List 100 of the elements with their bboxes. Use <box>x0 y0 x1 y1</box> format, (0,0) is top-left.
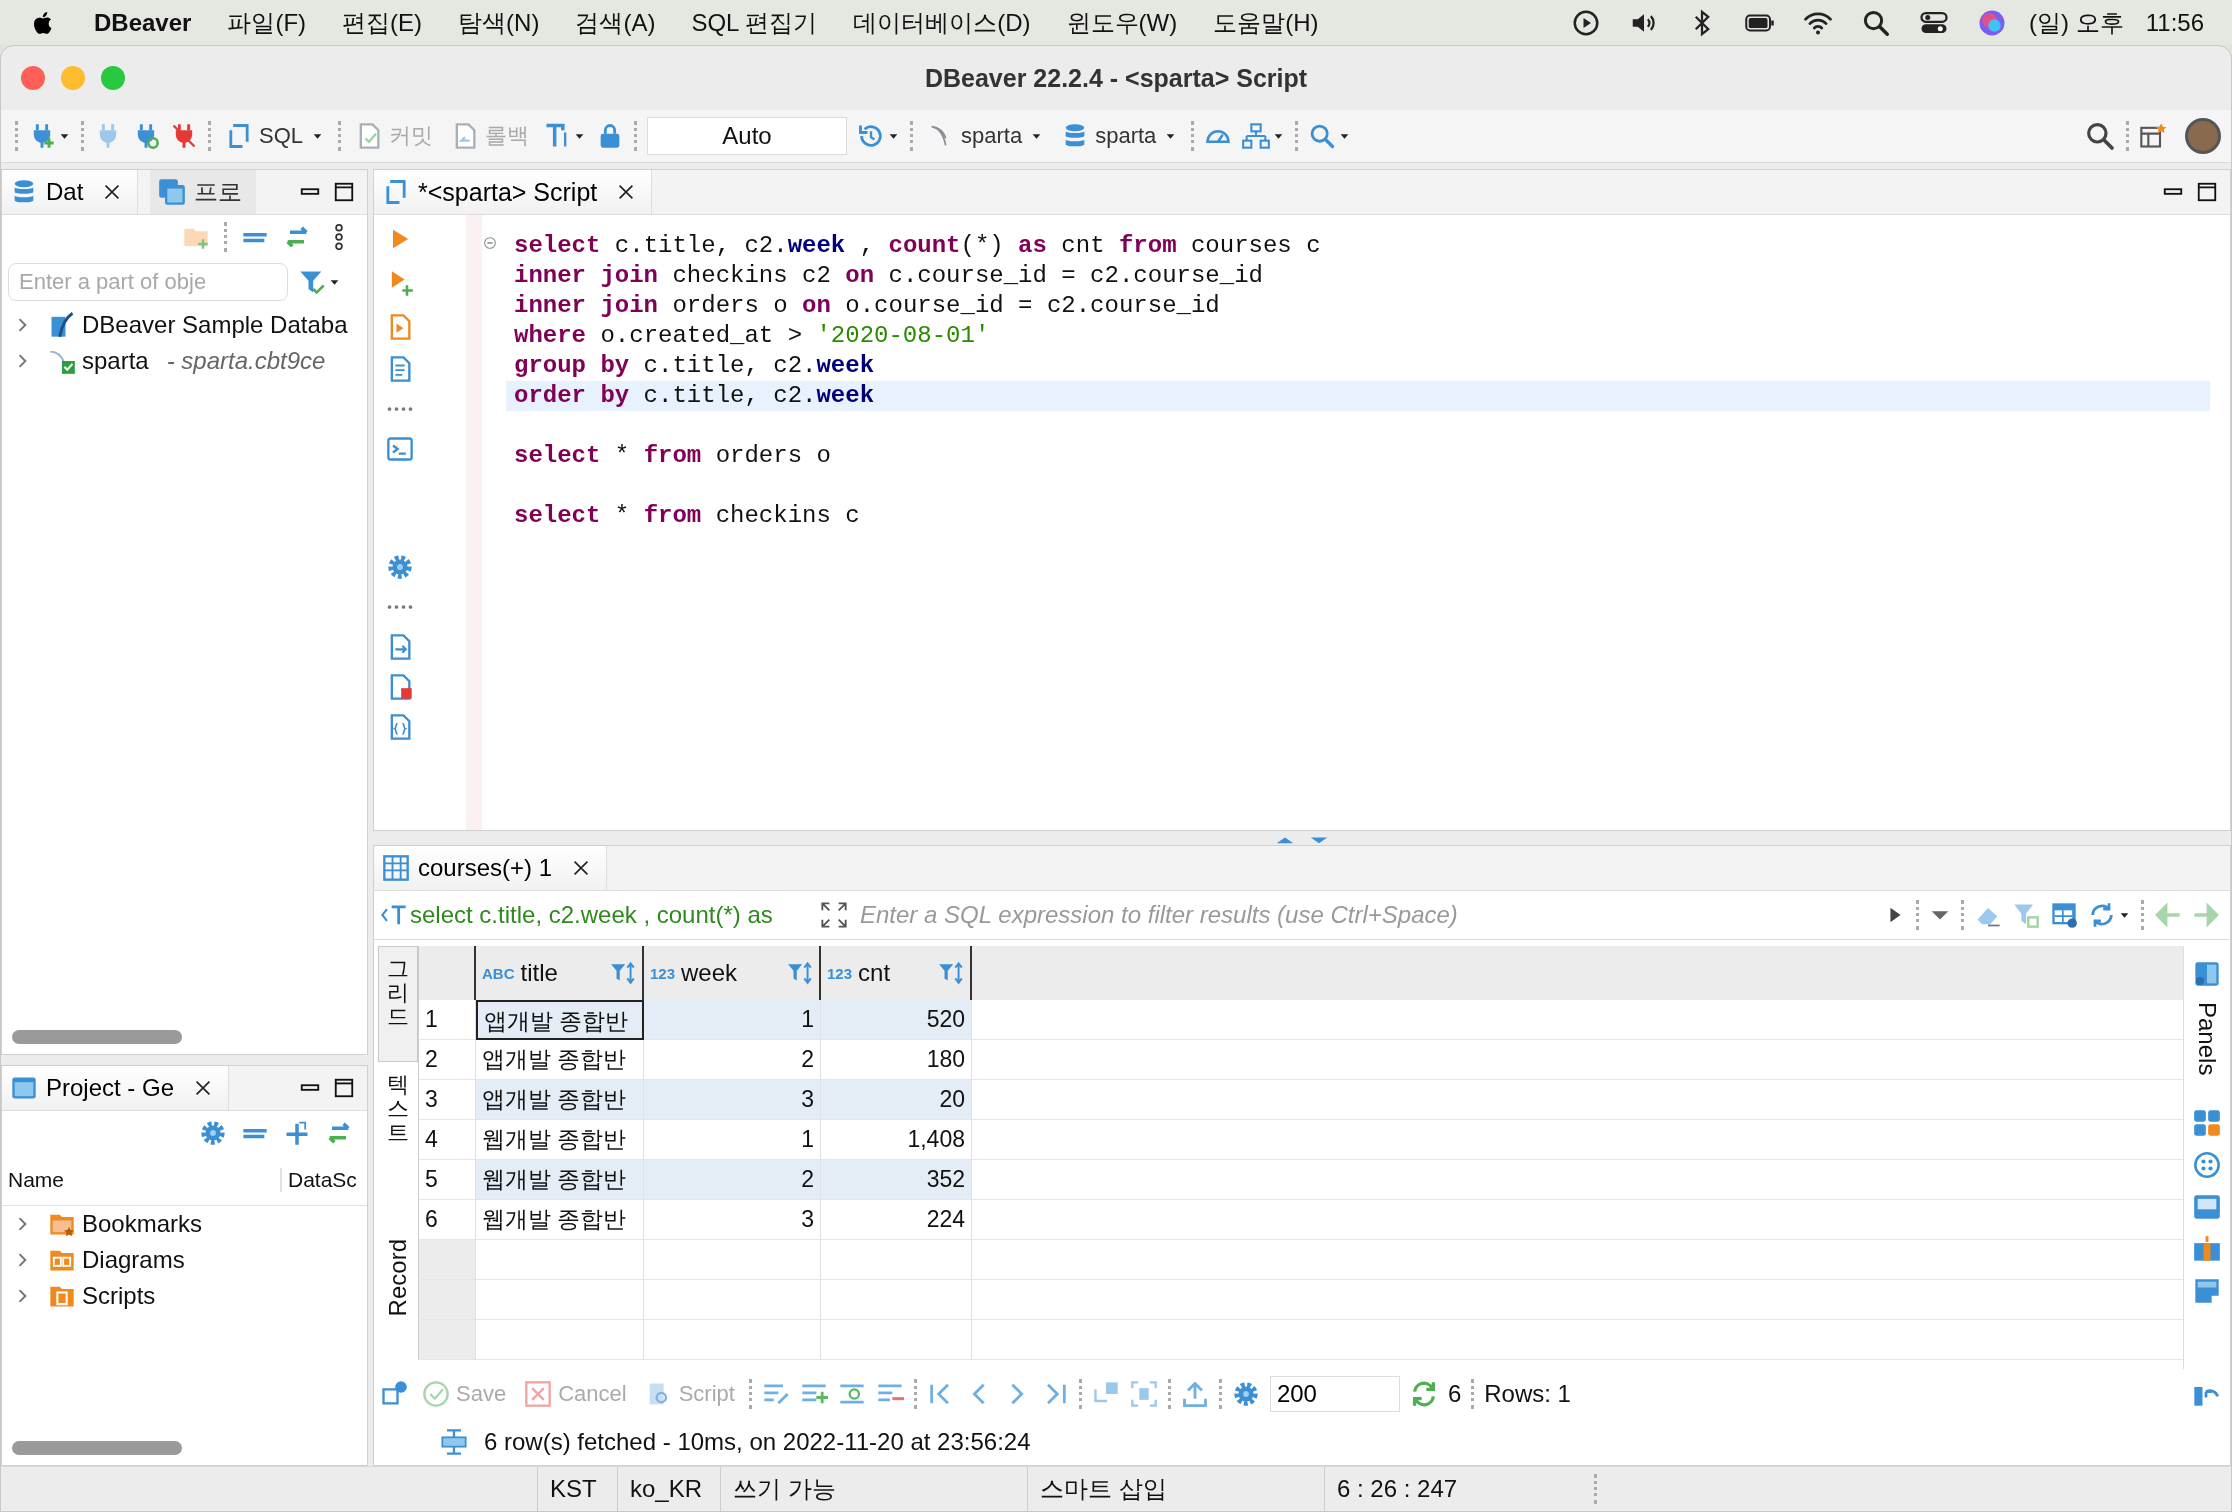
code-line: inner join checkins c2 on c.course_id = c2.course_id <box>513 261 1264 291</box>
sort-filter-icon[interactable] <box>610 960 636 986</box>
table-cell[interactable]: 웹개발 종합반 <box>476 1200 644 1240</box>
empty-cell[interactable] <box>821 1280 972 1320</box>
value-viewer-icon[interactable] <box>2193 1193 2221 1222</box>
row-number[interactable]: 5 <box>418 1160 476 1200</box>
datasource-selector[interactable]: sparta <box>923 120 1048 152</box>
tree-item[interactable]: Diagrams <box>82 1246 185 1274</box>
table-cell[interactable]: 224 <box>821 1200 972 1240</box>
results-tab[interactable]: courses(+) 1 <box>374 846 608 890</box>
zoom-button[interactable] <box>101 66 125 90</box>
empty-cell[interactable] <box>644 1240 821 1280</box>
view-tab[interactable]: 텍스트 <box>378 1061 418 1178</box>
scrollbar[interactable] <box>12 1441 182 1455</box>
search-icon[interactable] <box>2084 120 2116 152</box>
tab-label: Project - Ge <box>46 1074 175 1102</box>
empty-cell[interactable] <box>821 1320 972 1360</box>
export-icon[interactable] <box>1180 1380 1209 1408</box>
code-line: group by c.title, c2.week <box>513 351 876 381</box>
empty-cell[interactable] <box>644 1280 821 1320</box>
view-tab[interactable]: 그리드 <box>378 946 418 1062</box>
column-name: title <box>520 959 559 987</box>
maximize-icon[interactable] <box>333 181 355 203</box>
table-cell[interactable]: 1 <box>644 1000 821 1040</box>
refresh-count: 6 <box>1447 1380 1462 1408</box>
menu-item[interactable]: 파일(F) <box>227 6 307 39</box>
row-number[interactable]: 4 <box>418 1120 476 1160</box>
menu-item[interactable]: 검색(A) <box>575 6 656 39</box>
column-header[interactable]: DataSc <box>282 1168 357 1192</box>
table-cell[interactable]: 3 <box>644 1200 821 1240</box>
cancel-icon <box>524 1380 553 1408</box>
settings-icon[interactable] <box>1231 1380 1260 1408</box>
column-header[interactable]: Name <box>2 1168 282 1192</box>
column-icon[interactable] <box>2193 1235 2221 1264</box>
calculator-icon[interactable] <box>2193 1109 2221 1138</box>
perspective-icon[interactable] <box>2139 122 2167 150</box>
panel-tab[interactable]: Dat <box>2 170 139 214</box>
table-cell[interactable]: 앱개발 종합반 <box>476 1000 644 1040</box>
table-cell[interactable]: 2 <box>644 1160 821 1200</box>
record-mode-icon[interactable] <box>380 1380 408 1408</box>
table-cell[interactable]: 352 <box>821 1160 972 1200</box>
number-type-label: 123 <box>650 964 676 982</box>
disconnect-icon[interactable] <box>170 122 198 150</box>
tree-item[interactable]: Bookmarks <box>82 1210 203 1238</box>
row-number[interactable]: 3 <box>418 1080 476 1120</box>
menu-item[interactable]: 탐색(N) <box>458 6 540 39</box>
expand-icon[interactable] <box>820 901 848 929</box>
terminal-icon[interactable] <box>386 435 414 463</box>
row-number[interactable]: 6 <box>418 1200 476 1240</box>
log-icon[interactable] <box>440 1428 468 1456</box>
panels-icon[interactable] <box>2193 960 2221 988</box>
empty-cell[interactable] <box>821 1240 972 1280</box>
table-cell[interactable]: 웹개발 종합반 <box>476 1160 644 1200</box>
maximize-icon[interactable] <box>333 1077 355 1099</box>
search-field[interactable]: Enter a part of obje <box>8 263 288 301</box>
filter-field[interactable]: Enter a SQL expression to filter results (use Ctrl+Space) <box>858 894 1874 936</box>
settings-icon[interactable] <box>386 553 414 581</box>
schema-selector[interactable]: sparta <box>1057 120 1182 152</box>
fold-icon[interactable] <box>482 235 498 251</box>
sort-filter-icon[interactable] <box>787 960 813 986</box>
row-number[interactable]: 1 <box>418 1000 476 1040</box>
tree-item[interactable]: sparta <box>82 347 149 375</box>
menu-item[interactable]: 데이터베이스(D) <box>853 6 1031 39</box>
scrollbar[interactable] <box>12 1030 182 1044</box>
window-title: DBeaver 22.2.4 - <sparta> Script <box>924 63 1308 93</box>
menu-item[interactable]: 도움말(H) <box>1213 6 1319 39</box>
editor-tab[interactable]: *<sparta> Script <box>374 170 653 214</box>
maximize-icon[interactable] <box>2196 181 2218 203</box>
grouping-icon[interactable] <box>2193 1151 2221 1180</box>
sql-editor-button[interactable]: SQL <box>221 120 329 152</box>
tree-item[interactable]: DBeaver Sample Databa <box>82 311 348 339</box>
table-settings-icon[interactable] <box>2050 901 2078 929</box>
panels-tab[interactable]: Panels <box>2193 1002 2221 1076</box>
transaction-mode-field[interactable]: Auto <box>647 117 848 155</box>
sort-filter-icon[interactable] <box>938 960 964 986</box>
view-tab[interactable]: Record <box>378 1185 418 1369</box>
layout-icon[interactable] <box>2193 1277 2221 1306</box>
table-cell[interactable]: 3 <box>644 1080 821 1120</box>
table-cell[interactable]: 20 <box>821 1080 972 1120</box>
empty-cell[interactable] <box>644 1320 821 1360</box>
menu-item[interactable]: 윈도우(W) <box>1066 6 1178 39</box>
table-cell[interactable]: 520 <box>821 1000 972 1040</box>
empty-row-header <box>418 1280 476 1320</box>
table-cell[interactable]: 앱개발 종합반 <box>476 1080 644 1120</box>
avatar[interactable] <box>2185 118 2221 154</box>
fetch-size-field[interactable]: 200 <box>1269 1376 1400 1412</box>
focus-icon[interactable] <box>1129 1380 1158 1408</box>
tree-item[interactable]: Scripts <box>82 1282 156 1310</box>
panel-tab[interactable]: Project - Ge <box>2 1066 230 1110</box>
menu-item[interactable]: SQL 편집기 <box>691 6 818 39</box>
row-number[interactable]: 2 <box>418 1040 476 1080</box>
close-button[interactable] <box>21 66 45 90</box>
code-line: inner join orders o on o.course_id = c2.course_id <box>513 291 1221 321</box>
empty-row-header <box>418 1320 476 1360</box>
settings-icon[interactable] <box>199 1119 227 1147</box>
menu-item[interactable]: 편집(E) <box>342 6 423 39</box>
table-icon <box>382 854 410 882</box>
panel-tab[interactable]: 프로 <box>150 170 257 214</box>
app-menu[interactable]: DBeaver <box>94 8 192 37</box>
code-line: select * from checkins c <box>513 501 861 531</box>
